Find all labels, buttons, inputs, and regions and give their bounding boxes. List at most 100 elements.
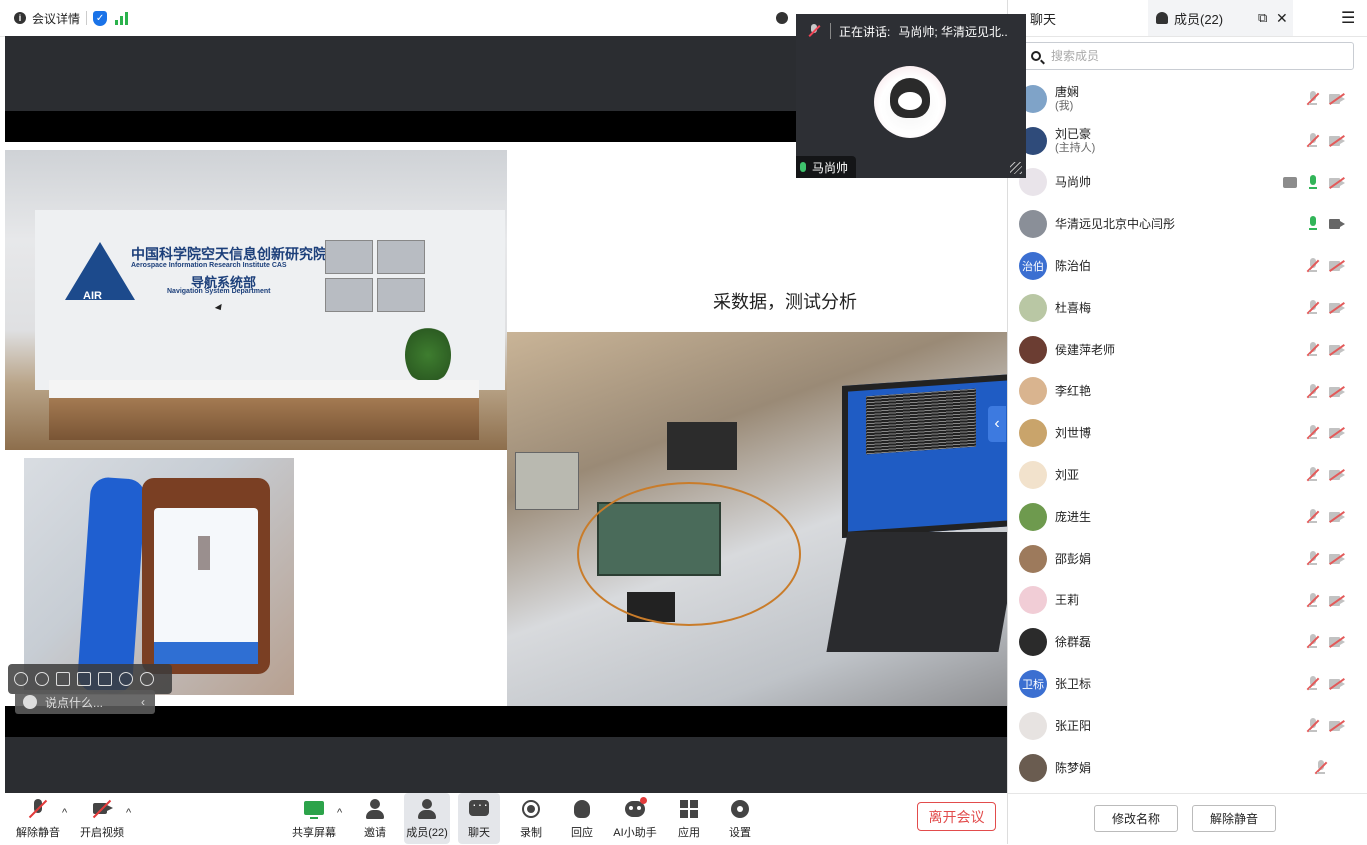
camera-off-icon[interactable] xyxy=(1329,302,1345,314)
rename-button[interactable]: 修改名称 xyxy=(1094,805,1178,832)
camera-off-icon[interactable] xyxy=(1329,594,1345,607)
more-icon[interactable] xyxy=(119,672,133,686)
member-row[interactable]: 华清远见北京中心闫彤 xyxy=(1008,203,1367,245)
record-icon xyxy=(520,799,542,821)
potted-plant xyxy=(405,325,451,385)
member-row[interactable]: 王莉 xyxy=(1008,580,1367,622)
mic-muted-icon[interactable] xyxy=(1306,467,1320,483)
close-icon[interactable]: ✕ xyxy=(1276,0,1296,36)
mic-on-icon[interactable] xyxy=(1306,216,1320,232)
share-options-chevron-icon[interactable]: ^ xyxy=(337,807,342,819)
tab-chat[interactable]: 聊天 xyxy=(1008,0,1148,36)
signal-bars-icon[interactable] xyxy=(115,11,129,25)
member-search[interactable] xyxy=(1022,42,1354,70)
member-row[interactable]: 卫标 张卫标 xyxy=(1008,663,1367,705)
unmute-button[interactable]: 解除静音 xyxy=(14,793,62,844)
member-row[interactable]: 刘已豪 (主持人) xyxy=(1008,120,1367,162)
react-button[interactable]: 回应 xyxy=(565,793,599,844)
screen-icon[interactable] xyxy=(98,672,112,686)
unmute-all-button[interactable]: 解除静音 xyxy=(1192,805,1276,832)
camera-off-icon[interactable] xyxy=(1329,636,1345,649)
camera-off-icon[interactable] xyxy=(1329,134,1345,147)
play-icon[interactable] xyxy=(35,672,49,686)
video-options-chevron-icon[interactable]: ^ xyxy=(126,807,131,819)
divider xyxy=(86,11,88,25)
member-row[interactable]: 陈梦娟 xyxy=(1008,747,1367,789)
member-name: 王莉 xyxy=(1055,593,1080,608)
invite-button[interactable]: 邀请 xyxy=(358,793,392,844)
search-input[interactable] xyxy=(1049,48,1333,64)
mic-muted-icon[interactable] xyxy=(1306,634,1320,650)
mic-muted-icon[interactable] xyxy=(1306,341,1320,358)
collapse-icon[interactable] xyxy=(140,672,154,686)
camera-off-icon[interactable] xyxy=(1329,510,1345,523)
camera-off-icon[interactable] xyxy=(1329,176,1345,189)
side-panel: 聊天 成员(22) ⧉ ✕ ☰ 唐娴(我)刘已豪(主持人)马尚帅华清远见北京中心… xyxy=(1007,0,1367,844)
member-row[interactable]: 邵彭娟 xyxy=(1008,538,1367,580)
mic-muted-icon[interactable] xyxy=(1314,759,1328,776)
audio-options-chevron-icon[interactable]: ^ xyxy=(62,807,67,819)
chevron-left-icon[interactable]: ‹ xyxy=(141,695,145,709)
member-row[interactable]: 马尚帅 xyxy=(1008,162,1367,204)
member-row[interactable]: 李红艳 xyxy=(1008,371,1367,413)
id-badge-photo xyxy=(24,458,294,695)
camera-off-icon[interactable] xyxy=(1329,552,1345,565)
camera-off-icon[interactable] xyxy=(1329,385,1345,398)
camera-off-icon[interactable] xyxy=(1329,343,1345,356)
member-name: 陈梦娟 xyxy=(1055,760,1092,775)
mic-muted-icon[interactable] xyxy=(1306,717,1320,734)
grid-icon[interactable] xyxy=(77,672,91,686)
shield-check-icon[interactable]: ✓ xyxy=(93,10,108,26)
emoji-icon[interactable] xyxy=(23,695,37,709)
quick-chat-input[interactable]: 说点什么... ‹ xyxy=(15,690,155,714)
resize-handle-icon[interactable] xyxy=(1010,162,1022,174)
member-row[interactable]: 杜喜梅 xyxy=(1008,287,1367,329)
mic-muted-icon[interactable] xyxy=(1306,383,1320,400)
member-row[interactable]: 治伯 陈治伯 xyxy=(1008,245,1367,287)
camera-off-icon[interactable] xyxy=(1329,678,1345,691)
camera-off-icon[interactable] xyxy=(1329,719,1345,732)
mic-muted-icon[interactable] xyxy=(1306,592,1320,609)
mic-muted-icon[interactable] xyxy=(1306,258,1320,274)
badge-holder xyxy=(142,478,270,674)
apps-button[interactable]: 应用 xyxy=(672,793,706,844)
mic-muted-icon[interactable] xyxy=(1306,508,1320,525)
member-row[interactable]: 侯建萍老师 xyxy=(1008,329,1367,371)
member-name: 华清远见北京中心闫彤 xyxy=(1055,217,1176,232)
member-row[interactable]: 张正阳 xyxy=(1008,705,1367,747)
member-row[interactable]: 庞进生 xyxy=(1008,496,1367,538)
mic-muted-icon[interactable] xyxy=(1306,299,1320,316)
prev-icon[interactable] xyxy=(14,672,28,686)
record-button[interactable]: 录制 xyxy=(514,793,548,844)
member-row[interactable]: 徐群磊 xyxy=(1008,621,1367,663)
mic-muted-icon[interactable] xyxy=(1306,550,1320,567)
mic-muted-icon[interactable] xyxy=(1306,676,1320,692)
expand-panel-handle[interactable]: ‹ xyxy=(988,406,1006,442)
active-speaker-tile[interactable]: 正在讲话: 马尚帅; 华清远见北.. 马尚帅 xyxy=(796,14,1026,178)
member-row[interactable]: 刘世博 xyxy=(1008,412,1367,454)
camera-off-icon[interactable] xyxy=(1329,260,1345,273)
start-video-button[interactable]: 开启视频 xyxy=(78,793,126,844)
ai-assistant-button[interactable]: AI小助手 xyxy=(610,793,660,844)
chat-button[interactable]: 聊天 xyxy=(458,793,500,844)
member-row[interactable]: 刘亚 xyxy=(1008,454,1367,496)
mic-muted-icon[interactable] xyxy=(1306,132,1320,149)
leave-meeting-button[interactable]: 离开会议 xyxy=(917,802,996,831)
clock-icon[interactable] xyxy=(776,12,788,24)
mic-muted-icon[interactable] xyxy=(1306,425,1320,441)
settings-button[interactable]: 设置 xyxy=(723,793,757,844)
mic-muted-icon[interactable] xyxy=(1306,91,1320,107)
power-supply xyxy=(515,452,579,510)
members-button[interactable]: 成员(22) xyxy=(404,793,450,844)
camera-off-icon[interactable] xyxy=(1329,427,1345,440)
mic-muted-icon xyxy=(808,24,820,38)
camera-off-icon[interactable] xyxy=(1329,93,1345,105)
member-row[interactable]: 唐娴 (我) xyxy=(1008,78,1367,120)
camera-off-icon[interactable] xyxy=(1329,469,1345,482)
camera-on-icon[interactable] xyxy=(1329,218,1345,230)
pen-icon[interactable] xyxy=(56,672,70,686)
meeting-info-button[interactable]: i 会议详情 xyxy=(14,10,80,27)
menu-icon[interactable]: ☰ xyxy=(1341,0,1361,36)
share-screen-button[interactable]: 共享屏幕 xyxy=(290,793,338,844)
mic-on-icon[interactable] xyxy=(1306,174,1320,191)
